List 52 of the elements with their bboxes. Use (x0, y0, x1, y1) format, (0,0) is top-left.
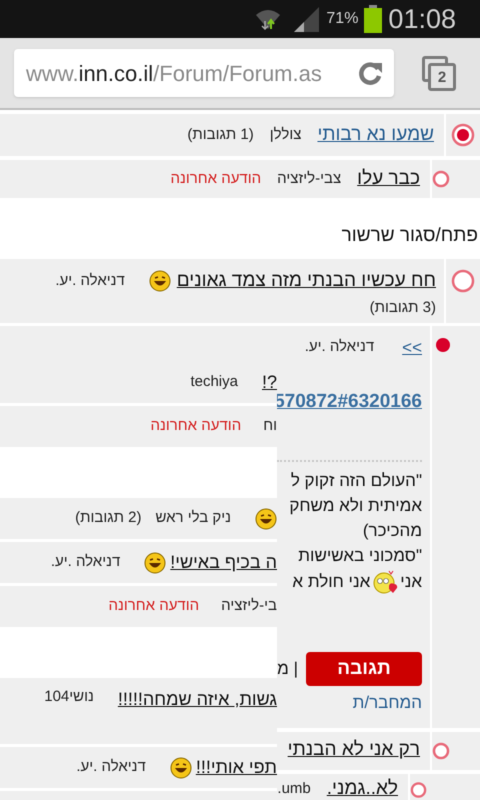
quote-text: מהכיכר) (362, 520, 422, 542)
author-name: techiya (190, 372, 238, 392)
reply-button[interactable]: תגובה (306, 652, 422, 686)
signal-icon (292, 5, 320, 33)
author-name: צוללן (270, 124, 302, 145)
author-name: דניאלה .יע. (50, 552, 120, 572)
post-link[interactable]: 570872#6320166 (274, 388, 422, 416)
battery-icon (364, 5, 382, 33)
last-message-link[interactable]: הודעה אחרונה (150, 415, 242, 438)
back-link[interactable]: >> (402, 334, 422, 360)
bullet-icon (436, 338, 450, 352)
radio-button[interactable] (432, 742, 450, 760)
author-name: דניאלה .יע. (304, 337, 374, 358)
author-link[interactable]: המחבר/ת (352, 690, 422, 716)
topic-link[interactable]: ה בכיף באישי! (170, 549, 277, 576)
thread-toggle-link[interactable]: פתח/סגור שרשור (342, 222, 478, 250)
author-name: דניאלה .יע. (55, 270, 125, 290)
radio-button[interactable] (432, 170, 450, 188)
radio-button[interactable] (451, 268, 475, 292)
quote-text: "העולם הזה זקוק ל (290, 470, 422, 492)
replies-count: (2 תגובות) (75, 508, 142, 528)
quote-text: אני חולת א (292, 571, 370, 594)
author-name: צבי-ליזציה (277, 168, 342, 189)
quote-text: "סמכוני באשישות (297, 545, 422, 567)
radio-button[interactable] (410, 780, 427, 798)
author-name: וח (263, 416, 277, 436)
topic-link[interactable]: שמעו נא רבותי (317, 120, 434, 150)
replies-count: (3 תגובות) (370, 298, 436, 318)
smiley-heart-icon (372, 570, 398, 594)
replies-count: (1 תגובות) (187, 124, 254, 145)
quote-text: אמיתית ולא משחק (289, 495, 422, 517)
author-name: umb. (277, 779, 311, 800)
author-name: ניק בלי ראש (155, 508, 231, 528)
author-name: נושי104 (44, 687, 94, 707)
url-text: www.inn.co.il/Forum/Forum.as (26, 60, 323, 88)
topic-link[interactable]: גשות, איזה שמחה!!!!! (118, 686, 277, 713)
topic-link[interactable]: חח עכשיו הבנתי מזה צמד גאונים (176, 266, 436, 295)
author-name: בי-ליזציה (221, 596, 277, 616)
radio-button[interactable] (451, 123, 475, 147)
clock-time: 01:08 (388, 2, 456, 36)
topic-link[interactable]: לא..גמני. (326, 775, 398, 800)
wifi-icon (254, 7, 282, 31)
quote-text: אני (400, 571, 422, 594)
last-message-link[interactable]: הודעה אחרונה (170, 168, 262, 190)
author-name: דניאלה .יע. (76, 757, 146, 778)
separator-text: | מ (277, 658, 298, 680)
battery-percent: 71% (326, 9, 358, 29)
topic-link[interactable]: כבר עלו (357, 164, 420, 194)
topic-link[interactable]: תפי אותי!!! (196, 754, 277, 781)
topic-link[interactable]: ?! (262, 369, 277, 396)
address-bar[interactable]: www.inn.co.il/Forum/Forum.as (14, 49, 394, 97)
last-message-link[interactable]: הודעה אחרונה (108, 595, 200, 618)
